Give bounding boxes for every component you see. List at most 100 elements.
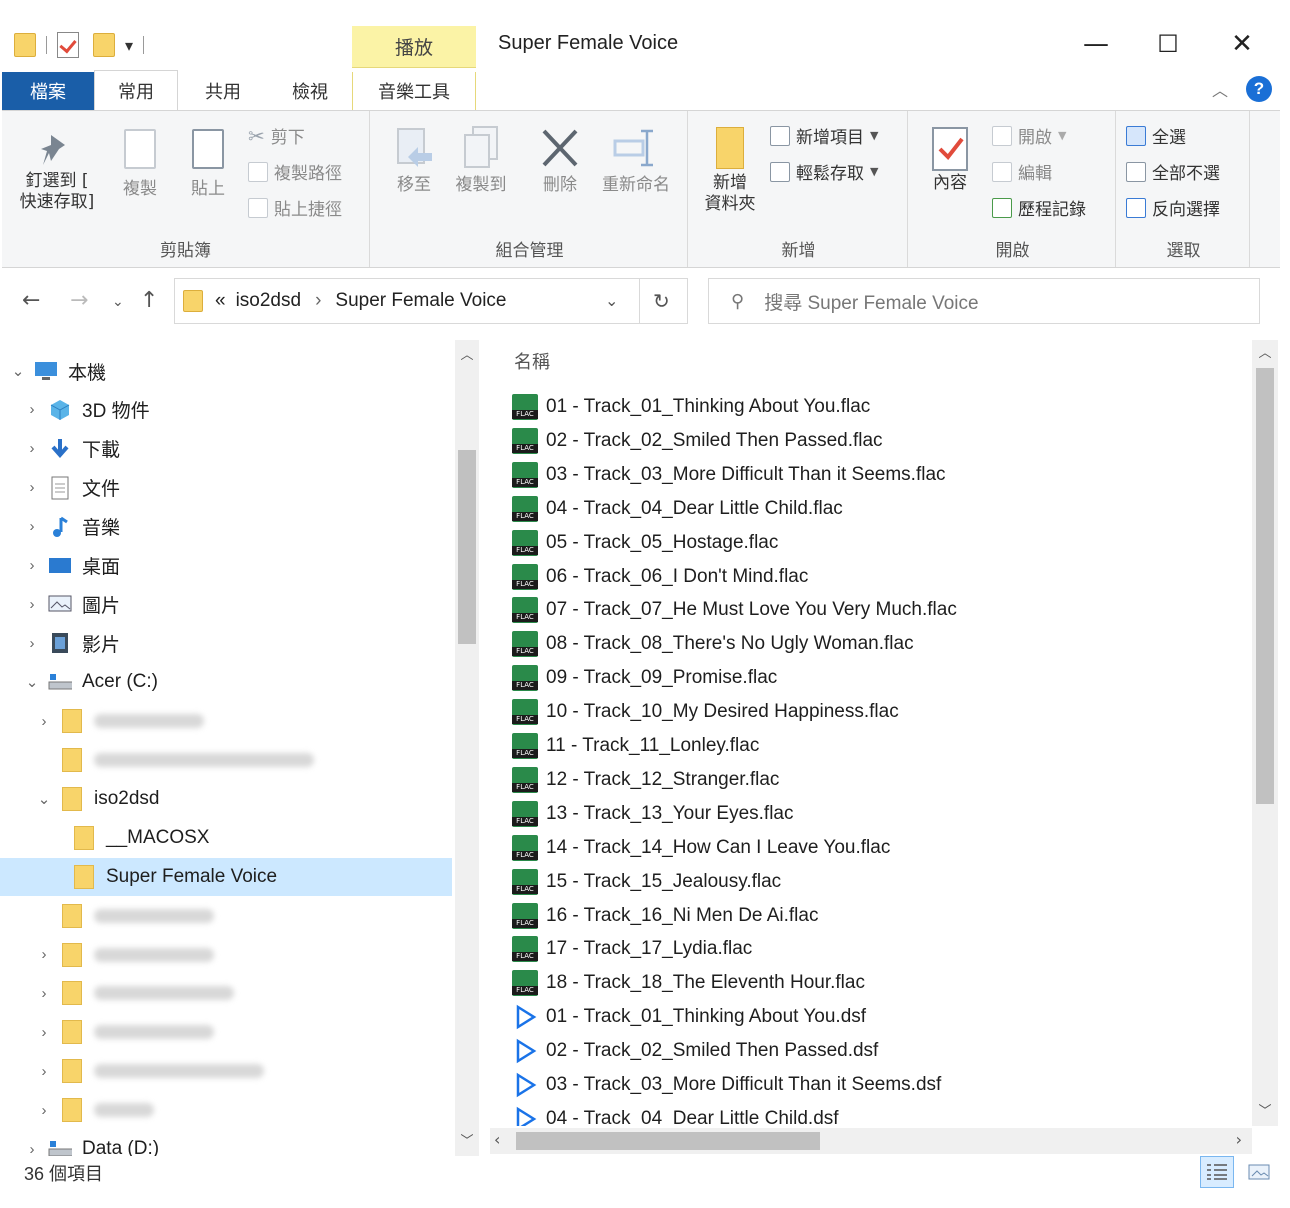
collapse-chevron-icon[interactable]: › (24, 401, 40, 418)
nav-item[interactable]: › (0, 936, 452, 974)
tab-file[interactable]: 檔案 (2, 72, 94, 110)
collapse-chevron-icon[interactable]: › (36, 1063, 52, 1080)
file-row[interactable]: 17 - Track_17_Lydia.flac (512, 932, 752, 966)
pin-quick-access-button[interactable]: 釘選到 [ 快速存取] (12, 129, 102, 213)
tab-home[interactable]: 常用 (94, 70, 178, 110)
expand-chevron-icon[interactable]: ⌄ (24, 673, 40, 691)
nav-item[interactable] (0, 897, 452, 935)
collapse-chevron-icon[interactable]: › (24, 635, 40, 652)
horizontal-scrollbar-thumb[interactable] (516, 1132, 820, 1150)
file-list-horizontal-scrollbar[interactable]: ‹ › (490, 1128, 1252, 1154)
copy-to-button[interactable]: 複製到 (446, 125, 516, 196)
nav-item[interactable]: › 3D 物件 (0, 391, 452, 429)
delete-button[interactable]: 刪除 (530, 125, 590, 196)
collapse-chevron-icon[interactable]: › (36, 985, 52, 1002)
collapse-ribbon-icon[interactable]: ︿ (1212, 77, 1228, 101)
collapse-chevron-icon[interactable]: › (36, 1024, 52, 1041)
nav-item[interactable]: › 下載 (0, 430, 452, 468)
nav-item[interactable]: › Data (D:) (0, 1130, 452, 1156)
collapse-chevron-icon[interactable]: › (24, 518, 40, 535)
expand-chevron-icon[interactable]: ⌄ (10, 362, 26, 380)
up-arrow-icon[interactable]: ↑ (140, 288, 158, 313)
file-row[interactable]: 08 - Track_08_There's No Ugly Woman.flac (512, 627, 914, 661)
nav-item[interactable]: ⌄ iso2dsd (0, 780, 452, 818)
nav-item[interactable]: › (0, 974, 452, 1012)
details-view-icon[interactable] (1200, 1156, 1234, 1188)
open-button[interactable]: 開啟 ▼ (992, 123, 1066, 148)
breadcrumb-current-folder[interactable]: Super Female Voice (335, 290, 506, 312)
nav-item[interactable]: __MACOSX (0, 819, 452, 857)
select-none-button[interactable]: 全部不選 (1126, 159, 1220, 184)
new-item-button[interactable]: 新增項目 ▼ (770, 123, 878, 148)
nav-item[interactable]: › 影片 (0, 624, 452, 662)
address-dropdown-chevron-icon[interactable]: ⌄ (605, 291, 618, 311)
vertical-scrollbar-thumb[interactable] (1256, 368, 1274, 804)
history-button[interactable]: 歷程記錄 (992, 195, 1086, 220)
file-row[interactable]: 15 - Track_15_Jealousy.flac (512, 865, 781, 899)
folder-icon[interactable] (14, 33, 36, 57)
nav-item[interactable]: › 桌面 (0, 547, 452, 585)
paste-button[interactable]: 貼上 (178, 129, 238, 200)
file-row[interactable]: 11 - Track_11_Lonley.flac (512, 729, 759, 763)
new-folder-icon[interactable] (93, 33, 115, 57)
file-list-vertical-scrollbar[interactable]: ︿ ﹀ (1252, 340, 1278, 1126)
tab-music-tools[interactable]: 音樂工具 (352, 72, 476, 110)
file-row[interactable]: 13 - Track_13_Your Eyes.flac (512, 797, 794, 831)
collapse-chevron-icon[interactable]: › (24, 557, 40, 574)
nav-item[interactable]: ⌄ 本機 (0, 352, 452, 390)
scroll-left-chevron-icon[interactable]: ‹ (494, 1130, 500, 1149)
tab-view[interactable]: 檢視 (268, 72, 352, 110)
large-icons-view-icon[interactable] (1242, 1156, 1276, 1188)
file-row[interactable]: 07 - Track_07_He Must Love You Very Much… (512, 593, 957, 627)
nav-item[interactable]: › 音樂 (0, 508, 452, 546)
search-box[interactable]: ⚲ 搜尋 Super Female Voice (708, 278, 1260, 324)
file-row[interactable]: 06 - Track_06_I Don't Mind.flac (512, 560, 808, 594)
scroll-up-chevron-icon[interactable]: ︿ (455, 344, 479, 368)
scroll-right-chevron-icon[interactable]: › (1236, 1130, 1242, 1149)
file-row[interactable]: 02 - Track_02_Smiled Then Passed.flac (512, 424, 883, 458)
easy-access-button[interactable]: 輕鬆存取 ▼ (770, 159, 878, 184)
nav-item[interactable]: › (0, 1091, 452, 1129)
properties-button[interactable]: 內容 (922, 125, 978, 194)
file-row[interactable]: 05 - Track_05_Hostage.flac (512, 526, 778, 560)
copy-path-button[interactable]: 複製路徑 (248, 159, 342, 184)
help-icon[interactable]: ? (1246, 76, 1272, 102)
edit-button[interactable]: 編輯 (992, 159, 1052, 184)
new-folder-button[interactable]: 新增 資料夾 (696, 125, 764, 215)
nav-scrollbar-thumb[interactable] (458, 450, 476, 644)
file-row[interactable]: 16 - Track_16_Ni Men De Ai.flac (512, 899, 818, 933)
collapse-chevron-icon[interactable]: › (36, 713, 52, 730)
rename-button[interactable]: 重新命名 (594, 125, 678, 196)
file-row[interactable]: 18 - Track_18_The Eleventh Hour.flac (512, 966, 865, 1000)
file-row[interactable]: 14 - Track_14_How Can I Leave You.flac (512, 831, 890, 865)
file-row[interactable]: 03 - Track_03_More Difficult Than it See… (512, 458, 946, 492)
collapse-chevron-icon[interactable]: › (36, 1102, 52, 1119)
invert-selection-button[interactable]: 反向選擇 (1126, 195, 1220, 220)
scroll-down-chevron-icon[interactable]: ﹀ (1253, 1100, 1277, 1124)
nav-item[interactable]: › 圖片 (0, 585, 452, 623)
cut-button[interactable]: ✂ 剪下 (248, 123, 305, 149)
file-row[interactable]: 10 - Track_10_My Desired Happiness.flac (512, 695, 899, 729)
back-arrow-icon[interactable]: ← (22, 288, 40, 313)
scroll-down-chevron-icon[interactable]: ﹀ (455, 1130, 479, 1154)
collapse-chevron-icon[interactable]: › (36, 946, 52, 963)
file-row[interactable]: 04 - Track_04_Dear Little Child.flac (512, 492, 843, 526)
file-row[interactable]: 12 - Track_12_Stranger.flac (512, 763, 779, 797)
nav-item[interactable]: Super Female Voice (0, 857, 452, 896)
nav-item[interactable]: › (0, 702, 452, 740)
maximize-button[interactable]: ☐ (1140, 22, 1196, 66)
forward-arrow-icon[interactable]: → (70, 288, 88, 313)
nav-item[interactable]: › 文件 (0, 469, 452, 507)
refresh-icon[interactable]: ↻ (653, 289, 670, 314)
file-row[interactable]: 03 - Track_03_More Difficult Than it See… (512, 1068, 941, 1102)
collapse-chevron-icon[interactable]: › (24, 596, 40, 613)
collapse-chevron-icon[interactable]: › (24, 479, 40, 496)
nav-scrollbar[interactable]: ︿ ﹀ (455, 340, 479, 1156)
customize-toolbar-dropdown-icon[interactable]: ▾ (125, 36, 133, 55)
file-row[interactable]: 04 - Track_04_Dear Little Child.dsf (512, 1102, 839, 1126)
tab-share[interactable]: 共用 (178, 72, 268, 110)
copy-button[interactable]: 複製 (108, 129, 172, 200)
nav-item[interactable]: ⌄ Acer (C:) (0, 663, 452, 701)
nav-item[interactable]: › (0, 1013, 452, 1051)
address-bar[interactable]: « iso2dsd › Super Female Voice ⌄ ↻ (174, 278, 688, 324)
